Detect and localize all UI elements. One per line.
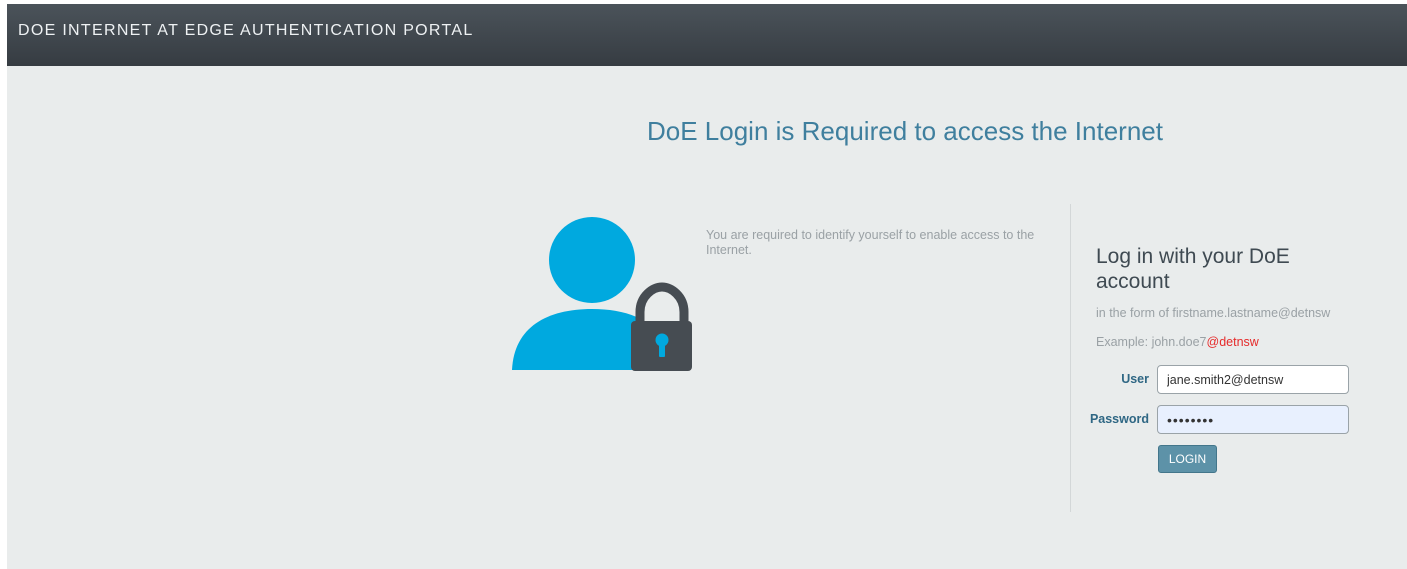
example-hint: Example: john.doe7@detnsw (1096, 335, 1259, 349)
example-domain: @detnsw (1206, 335, 1259, 349)
user-head-shape (549, 217, 635, 303)
form-hint: in the form of firstname.lastname@detnsw (1096, 306, 1331, 320)
intro-text: You are required to identify yourself to… (706, 228, 1035, 257)
login-title: Log in with your DoE account (1096, 245, 1290, 293)
user-lock-icon (512, 217, 692, 371)
portal-title: DOE INTERNET AT EDGE AUTHENTICATION PORT… (18, 22, 474, 39)
portal-page: DOE INTERNET AT EDGE AUTHENTICATION PORT… (7, 4, 1407, 569)
lock-shackle-shape (635, 282, 689, 324)
page-heading: DoE Login is Required to access the Inte… (647, 116, 1163, 146)
lock-keyhole-slot-shape (659, 342, 665, 357)
login-button[interactable]: LOGIN (1158, 445, 1217, 473)
column-divider (1070, 204, 1071, 512)
example-prefix: Example: john.doe7 (1096, 335, 1207, 349)
user-label: User (1121, 372, 1149, 386)
user-input[interactable] (1157, 365, 1349, 394)
password-label: Password (1089, 412, 1149, 426)
top-bar: DOE INTERNET AT EDGE AUTHENTICATION PORT… (7, 4, 1407, 66)
password-input[interactable] (1157, 405, 1349, 434)
